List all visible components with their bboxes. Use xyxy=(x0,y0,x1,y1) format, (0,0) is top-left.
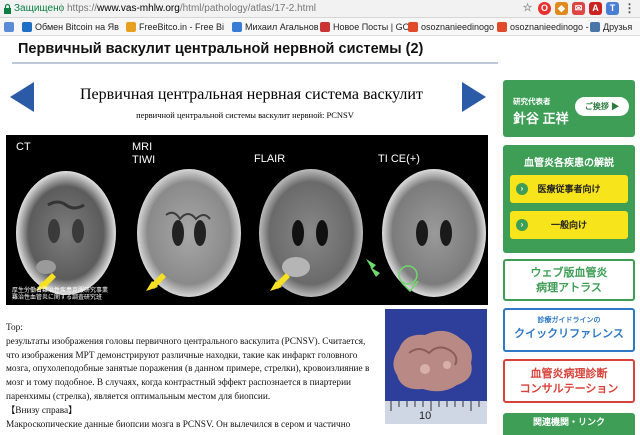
pdf-icon[interactable]: A xyxy=(589,2,602,15)
bookmark-item[interactable]: Друзья xyxy=(590,22,632,32)
chevron-right-icon: › xyxy=(516,219,528,231)
url-host: www.vas-mhlw.org xyxy=(97,3,180,14)
url-scheme: https:// xyxy=(67,3,98,14)
greeting-button[interactable]: ご挨拶 ▶ xyxy=(575,97,629,116)
rep-name: 針谷 正祥 xyxy=(513,111,569,126)
bookmark-icon xyxy=(232,22,242,32)
bookmark-icon xyxy=(320,22,330,32)
page-subtitle: первичной центральной системы васкулит н… xyxy=(136,110,354,120)
bookmark-icon xyxy=(408,22,418,32)
bookmark-item[interactable]: Обмен Bitcoin на Яв xyxy=(22,22,119,32)
biopsy-specimen-image xyxy=(385,330,487,424)
scan-label-mri: MRI TIWI xyxy=(132,141,156,166)
pathology-consultation-banner[interactable]: 血管炎病理診断 コンサルテーション xyxy=(503,359,635,403)
opera-icon[interactable]: O xyxy=(538,2,551,15)
bookmark-item[interactable]: FreeBitco.in - Free Bi xyxy=(126,22,224,32)
biopsy-photo: 10 xyxy=(385,309,487,424)
prev-arrow-icon[interactable] xyxy=(10,82,34,112)
bookmark-item[interactable]: osoznanieedinogo - xyxy=(408,22,500,32)
menu-icon[interactable]: ⋮ xyxy=(623,2,636,15)
bookmark-item[interactable]: Михаил Агальнов xyxy=(232,22,319,32)
address-bar[interactable]: Защищено | https://www.vas-mhlw.org/html… xyxy=(0,0,640,18)
description-text: Top: результаты изображения головы перви… xyxy=(6,323,370,430)
security-label: Защищено xyxy=(14,3,65,14)
email-icon[interactable]: ✉ xyxy=(572,2,585,15)
page-title: Первичная центральная нервная система ва… xyxy=(80,86,423,103)
divider: | xyxy=(60,3,63,14)
bookmark-icon xyxy=(22,22,32,32)
bookmarks-bar: Обмен Bitcoin на Яв FreeBitco.in - Free … xyxy=(0,18,640,36)
for-public-button[interactable]: › 一般向け xyxy=(510,211,628,239)
chevron-right-icon: › xyxy=(516,183,528,195)
extension-icon[interactable]: ◆ xyxy=(555,2,568,15)
scan-label-ct: CT xyxy=(16,141,31,153)
bookmark-item[interactable]: Новое Посты | GOL xyxy=(320,22,415,32)
url-path: /html/pathology/atlas/17-2.html xyxy=(179,3,317,14)
scan-label-flair: FLAIR xyxy=(254,153,286,165)
page-header-title: Первичный васкулит центральной нервной с… xyxy=(18,41,424,57)
related-links-header[interactable]: 関連機関・リンク xyxy=(503,413,635,435)
extension-bar: ☆ O ◆ ✉ A T ⋮ xyxy=(521,2,636,15)
url-text[interactable]: https://www.vas-mhlw.org/html/pathology/… xyxy=(67,3,316,14)
representative-banner: 研究代表者 針谷 正祥 ご挨拶 ▶ xyxy=(503,80,635,137)
bookmark-icon xyxy=(497,22,507,32)
explanation-header: 血管炎各疾患の解説 xyxy=(524,158,614,169)
disease-explanation-panel: 血管炎各疾患の解説 › 医療従事者向け › 一般向け xyxy=(503,145,635,253)
enhancement-arrow-icon xyxy=(366,259,380,277)
next-arrow-icon[interactable] xyxy=(462,82,486,112)
guideline-quick-reference-banner[interactable]: 診療ガイドラインの クイックリファレンス xyxy=(503,308,635,352)
apps-icon[interactable] xyxy=(4,22,14,32)
page-header: Первичный васкулит центральной нервной с… xyxy=(12,36,498,64)
rep-label: 研究代表者 xyxy=(513,97,551,106)
scan-label-ce: TI CE(+) xyxy=(378,153,420,165)
translate-icon[interactable]: T xyxy=(606,2,619,15)
mri-scan-panel: CT MRI TIWI FLAIR TI CE(+) 厚生労働省難治性疾患克服研… xyxy=(6,135,488,305)
pathology-atlas-banner[interactable]: ウェブ版血管炎 病理アトラス xyxy=(503,259,635,301)
lock-icon xyxy=(4,3,11,14)
bookmark-icon xyxy=(590,22,600,32)
bookmark-item[interactable]: osoznanieedinogo - xyxy=(497,22,589,32)
bookmark-icon xyxy=(126,22,136,32)
scan-caption: 厚生労働省難治性疾患克服研究事業 難治性血管炎に関する調査研究班 xyxy=(12,288,109,301)
star-icon[interactable]: ☆ xyxy=(521,2,534,15)
for-doctors-button[interactable]: › 医療従事者向け xyxy=(510,175,628,203)
ruler-scale-label: 10 xyxy=(419,410,432,422)
